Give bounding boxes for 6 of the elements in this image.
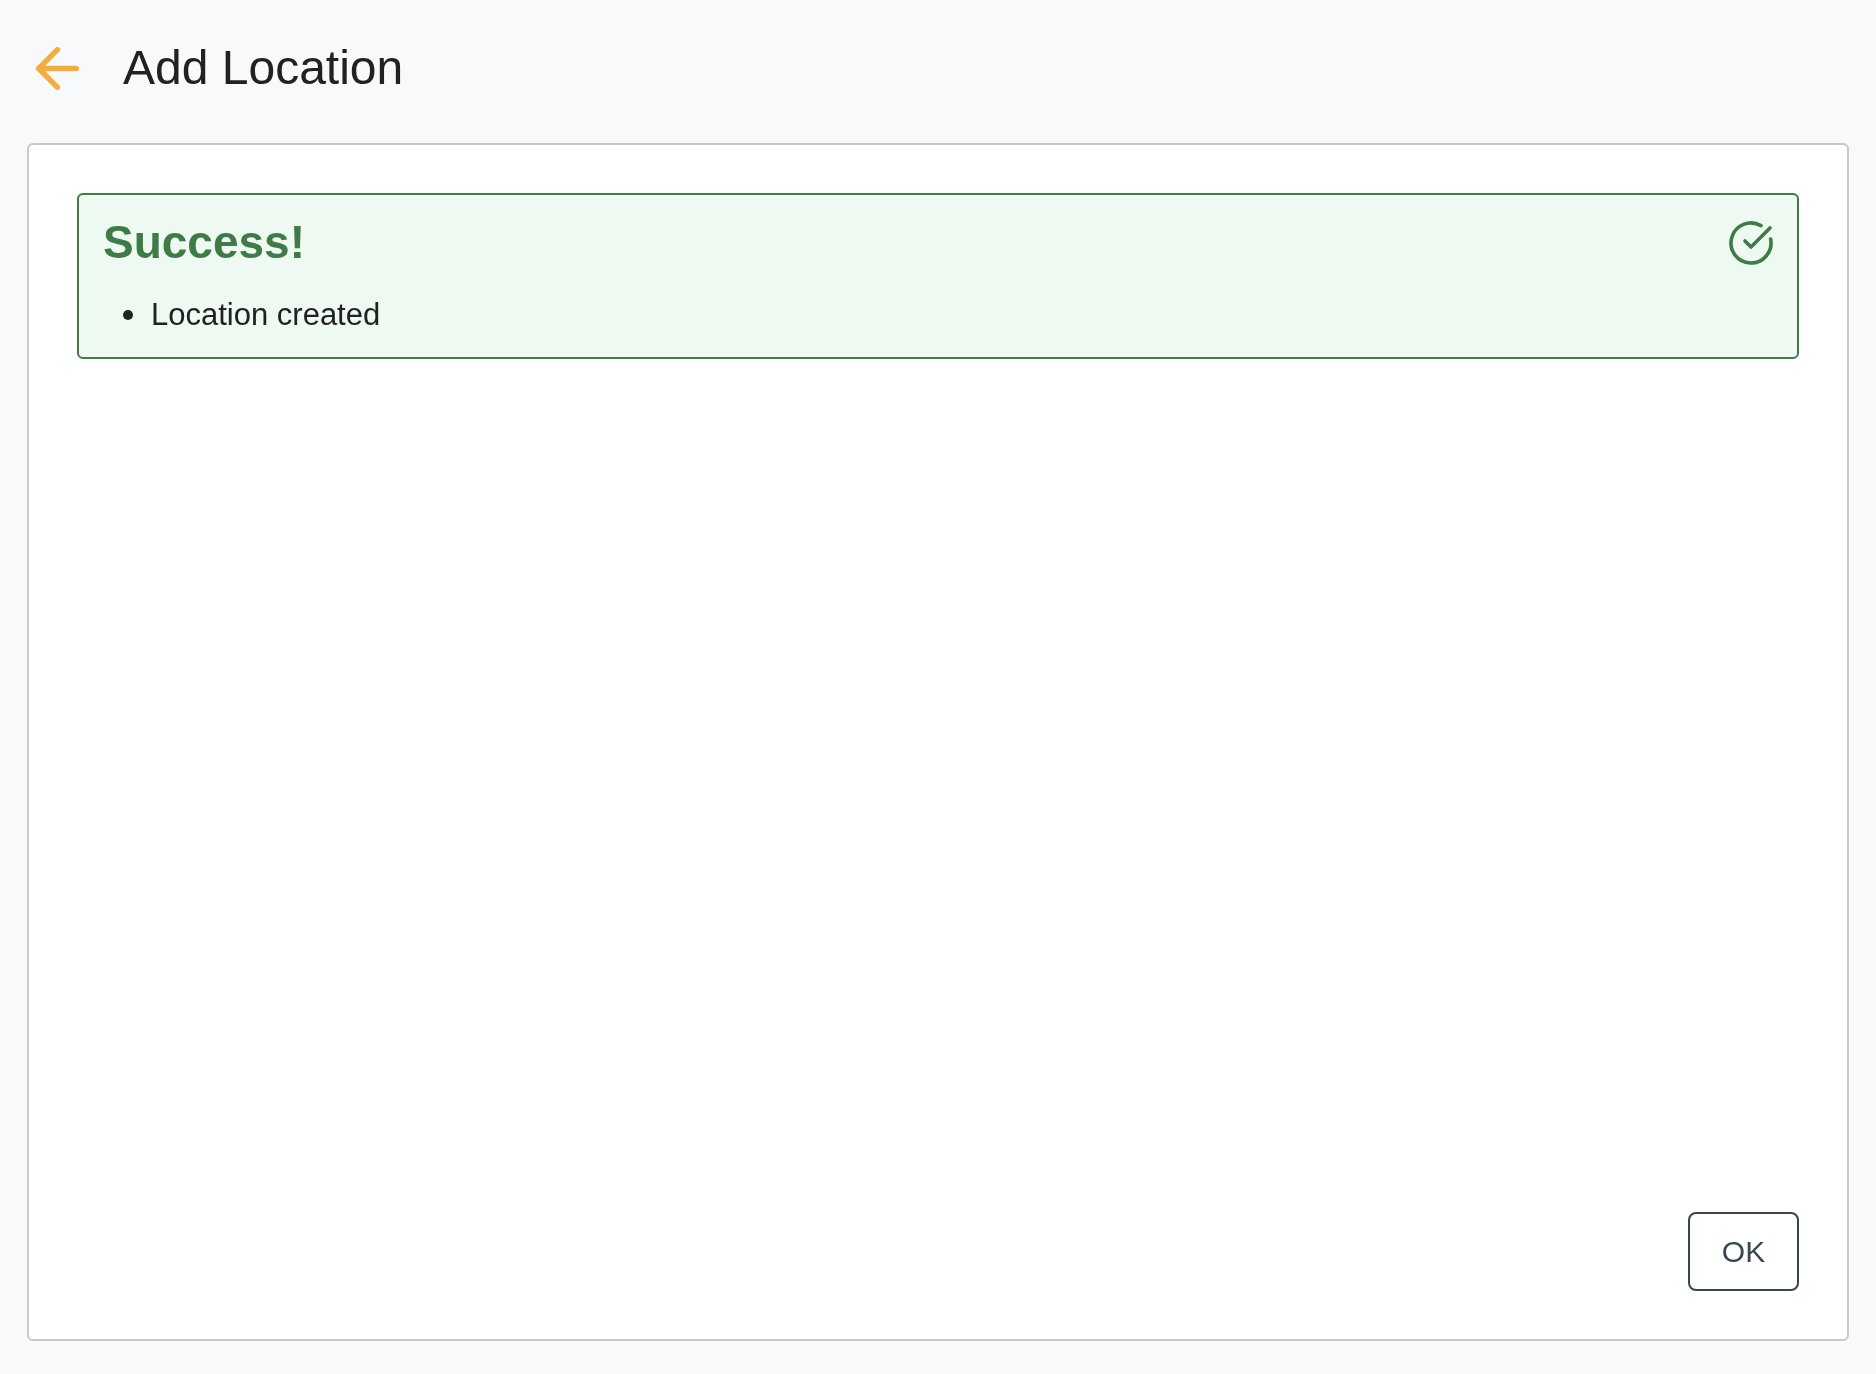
- ok-button[interactable]: OK: [1688, 1212, 1799, 1291]
- check-circle-icon: [1729, 221, 1773, 265]
- bullet-icon: [123, 309, 133, 320]
- page-title: Add Location: [123, 40, 404, 97]
- alert-title: Success!: [103, 215, 306, 270]
- alert-message: Location created: [151, 296, 381, 334]
